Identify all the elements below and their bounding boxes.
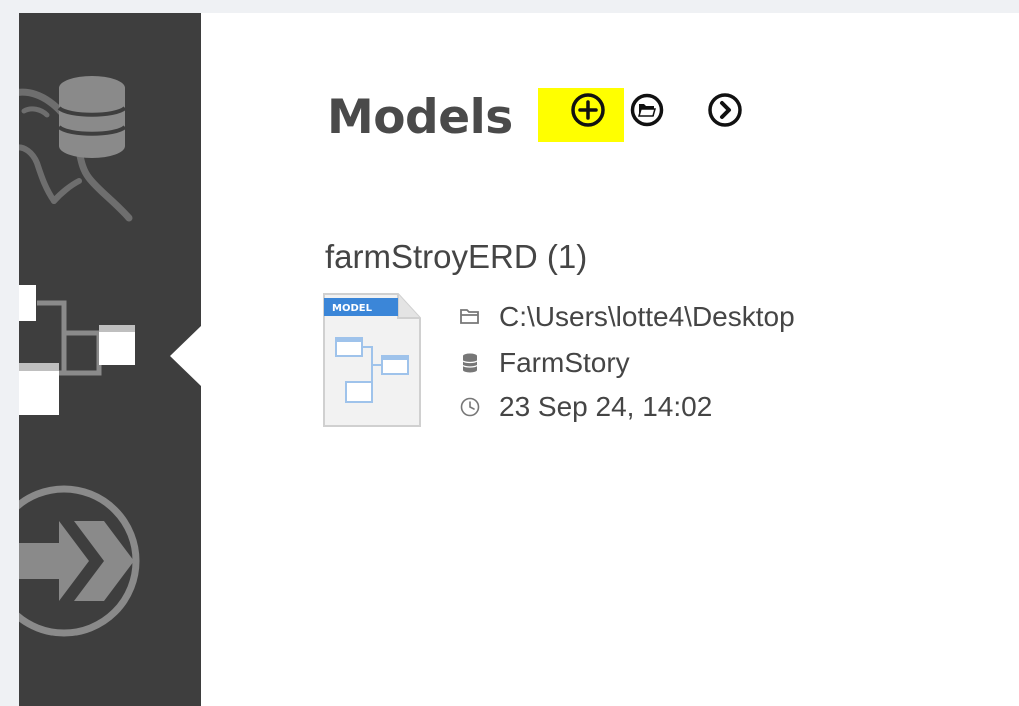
model-schema: FarmStory [499, 347, 630, 378]
database-icon [462, 353, 478, 373]
add-model-button[interactable] [570, 92, 606, 128]
model-thumbnail[interactable]: MODEL [322, 292, 422, 427]
dolphin-database-icon [19, 76, 133, 222]
sidebar [19, 13, 201, 706]
page-title: Models [327, 90, 513, 145]
top-strip [0, 0, 1019, 13]
diagram-icon [19, 285, 135, 415]
sidebar-item-sql-development[interactable] [19, 53, 201, 243]
title-row: Models [327, 88, 513, 148]
sidebar-item-migration[interactable] [19, 483, 201, 643]
thumbnail-label: MODEL [332, 303, 373, 314]
more-models-button[interactable] [707, 92, 743, 128]
open-model-button[interactable] [630, 93, 664, 127]
active-indicator [170, 326, 201, 386]
chevron-right-circle-icon [708, 93, 742, 127]
arrow-forward-circle-icon [19, 485, 140, 637]
model-path: C:\Users\lotte4\Desktop [499, 301, 795, 332]
clock-icon [460, 397, 480, 417]
model-modified-row: 23 Sep 24, 14:02 [459, 390, 712, 424]
model-modified: 23 Sep 24, 14:02 [499, 391, 713, 422]
plus-circle-icon [571, 93, 605, 127]
model-title[interactable]: farmStroyERD (1) [325, 236, 587, 278]
model-file-icon: MODEL [323, 293, 421, 427]
folder-icon [460, 309, 479, 324]
left-edge [0, 0, 19, 706]
folder-circle-icon [630, 93, 664, 127]
model-path-row: C:\Users\lotte4\Desktop [459, 300, 795, 334]
model-schema-row: FarmStory [459, 346, 630, 380]
